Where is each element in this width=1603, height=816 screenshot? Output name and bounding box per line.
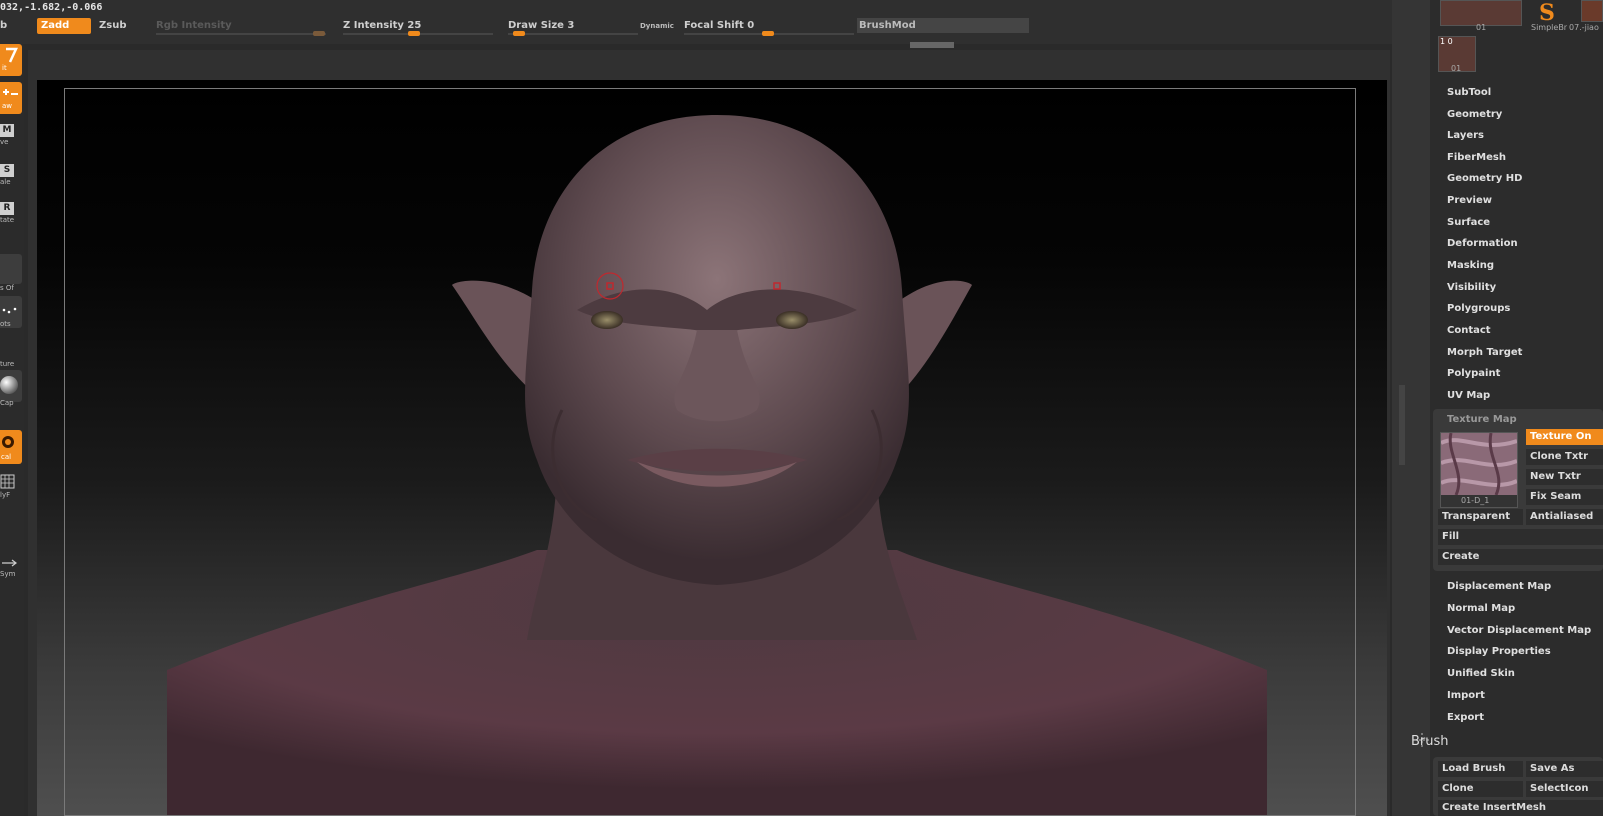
menu-contact[interactable]: Contact <box>1447 325 1491 336</box>
menu-preview[interactable]: Preview <box>1447 195 1492 206</box>
sym-label: Sym <box>0 570 16 578</box>
subtool-count: 1 0 <box>1440 37 1453 46</box>
local-label: cal <box>1 453 12 461</box>
menu-fibermesh[interactable]: FiberMesh <box>1447 152 1506 163</box>
menu-import[interactable]: Import <box>1447 690 1485 701</box>
menu-export[interactable]: Export <box>1447 712 1484 723</box>
symmetry-icon <box>2 559 17 567</box>
menu-geometry[interactable]: Geometry <box>1447 109 1502 120</box>
document-frame <box>64 88 1356 816</box>
brushmod-slider[interactable]: BrushMod <box>857 18 1029 33</box>
fix-seam-button[interactable]: Fix Seam <box>1526 489 1603 505</box>
texture-map-header[interactable]: Texture Map <box>1447 414 1517 425</box>
antialiased-button[interactable]: Antialiased <box>1526 509 1603 525</box>
menu-vector-displacement-map[interactable]: Vector Displacement Map <box>1447 625 1591 636</box>
dots-icon <box>2 307 17 314</box>
tool-thumb-jiao-label: 07.-jiao <box>1569 23 1599 32</box>
menu-subtool[interactable]: SubTool <box>1447 87 1491 98</box>
local-icon <box>2 436 14 448</box>
focal-shift-slider[interactable]: Focal Shift 0 <box>684 18 754 34</box>
dynamic-toggle[interactable]: Dynamic <box>640 18 674 34</box>
load-brush-button[interactable]: Load Brush <box>1438 761 1523 777</box>
menu-display-properties[interactable]: Display Properties <box>1447 646 1551 657</box>
texture-thumb-label: 01-D_1 <box>1461 496 1490 505</box>
local-button[interactable]: cal <box>0 430 22 464</box>
brush-palette-title[interactable]: Brush <box>1411 734 1449 749</box>
tray-scroll-handle[interactable] <box>1399 385 1405 465</box>
texture-label: ture <box>0 360 15 368</box>
select-icon-button[interactable]: SelectIcon <box>1526 781 1603 797</box>
move-label: ve <box>0 138 9 146</box>
material-label: s Of <box>0 284 14 292</box>
tool-thumb-01b-label: 01 <box>1451 64 1462 73</box>
cap-label: Cap <box>0 399 14 407</box>
coordinates-readout: 032,-1.682,-0.066 <box>0 2 103 13</box>
move-key[interactable]: M <box>0 124 14 137</box>
menu-uv-map[interactable]: UV Map <box>1447 390 1490 401</box>
texture-on-button[interactable]: Texture On <box>1526 429 1603 445</box>
menu-displacement-map[interactable]: Displacement Map <box>1447 581 1551 592</box>
svg-text:S: S <box>1539 0 1555 24</box>
rotate-key[interactable]: R <box>0 202 14 215</box>
tool-thumbnails: 01 S SimpleBr 07.-jiao 1 0 01 <box>1438 0 1603 74</box>
matcap-button[interactable] <box>0 370 22 402</box>
menu-polygroups[interactable]: Polygroups <box>1447 303 1510 314</box>
tray-divider[interactable] <box>1392 0 1430 816</box>
polyf-label: lyF <box>0 491 11 499</box>
menu-unified-skin[interactable]: Unified Skin <box>1447 668 1515 679</box>
rgb-intensity-slider[interactable]: Rgb Intensity <box>156 18 232 34</box>
fill-button[interactable]: Fill <box>1438 529 1603 545</box>
clone-brush-button[interactable]: Clone <box>1438 781 1523 797</box>
rotate-label: tate <box>0 216 15 224</box>
edit-label: it <box>2 64 7 72</box>
new-txtr-button[interactable]: New Txtr <box>1526 469 1603 485</box>
draw-label: aw <box>2 102 13 110</box>
edit-button[interactable]: it <box>0 44 22 76</box>
edit-icon <box>6 47 18 63</box>
menu-layers[interactable]: Layers <box>1447 130 1484 141</box>
scale-label: ale <box>0 178 11 186</box>
tool-thumb-01-label: 01 <box>1476 23 1487 32</box>
top-toolbar: 032,-1.682,-0.066 b Zadd Zsub Rgb Intens… <box>0 0 1430 44</box>
clone-txtr-button[interactable]: Clone Txtr <box>1526 449 1603 465</box>
z-intensity-knob[interactable] <box>408 31 420 36</box>
tool-thumb-jiao[interactable] <box>1581 0 1603 22</box>
texture-preview-icon <box>1441 433 1517 495</box>
horizontal-scroll-handle[interactable] <box>910 42 954 48</box>
rgb-intensity-knob[interactable] <box>313 31 325 36</box>
create-insertmesh-button[interactable]: Create InsertMesh <box>1438 800 1603 816</box>
menu-polypaint[interactable]: Polypaint <box>1447 368 1500 379</box>
menu-surface[interactable]: Surface <box>1447 217 1490 228</box>
menu-masking[interactable]: Masking <box>1447 260 1494 271</box>
rgb-intensity-track[interactable] <box>156 33 326 35</box>
transparent-button[interactable]: Transparent <box>1438 509 1523 525</box>
texture-thumbnail[interactable]: 01-D_1 <box>1440 432 1518 508</box>
truncated-label: b <box>0 20 8 31</box>
left-shelf: it aw M ve S ale R tate s Of ots ture Ca… <box>0 44 24 816</box>
menu-deformation[interactable]: Deformation <box>1447 238 1518 249</box>
simple-brush-label: SimpleBr <box>1531 23 1568 32</box>
scale-key[interactable]: S <box>0 164 14 177</box>
zsub-button[interactable]: Zsub <box>95 18 149 34</box>
menu-morph-target[interactable]: Morph Target <box>1447 347 1522 358</box>
material-button[interactable] <box>0 254 22 284</box>
menu-visibility[interactable]: Visibility <box>1447 282 1496 293</box>
save-as-button[interactable]: Save As <box>1526 761 1603 777</box>
dots-label: ots <box>0 320 11 328</box>
menu-geometry-hd[interactable]: Geometry HD <box>1447 173 1522 184</box>
draw-size-track[interactable] <box>508 33 638 35</box>
sphere-icon <box>0 376 18 394</box>
draw-icon <box>3 89 18 95</box>
create-button[interactable]: Create <box>1438 549 1603 565</box>
draw-size-knob[interactable] <box>513 31 525 36</box>
focal-shift-knob[interactable] <box>762 31 774 36</box>
menu-normal-map[interactable]: Normal Map <box>1447 603 1515 614</box>
simple-brush-icon[interactable]: S <box>1531 0 1561 24</box>
zadd-button[interactable]: Zadd <box>37 18 91 34</box>
draw-button[interactable]: aw <box>0 82 22 114</box>
